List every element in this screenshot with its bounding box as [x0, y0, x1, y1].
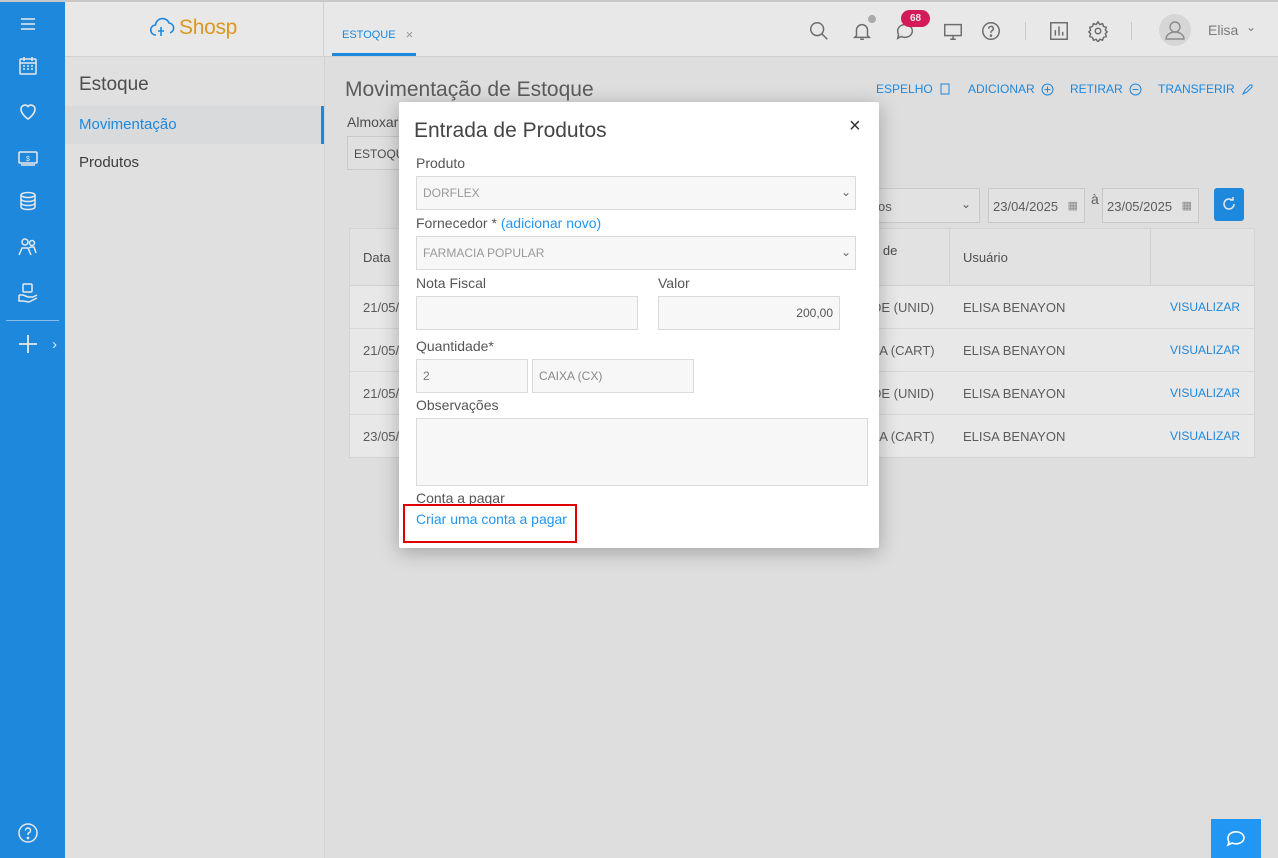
fornecedor-select[interactable]: FARMACIA POPULAR ⌄	[416, 236, 856, 270]
produto-label: Produto	[416, 155, 466, 171]
unidade-field: CAIXA (CX)	[532, 359, 694, 393]
chat-bubble-icon	[1226, 831, 1245, 847]
fornecedor-label: Fornecedor * (adicionar novo)	[416, 215, 601, 231]
adicionar-fornecedor-link[interactable]: (adicionar novo)	[501, 215, 601, 231]
chevron-down-icon: ⌄	[840, 185, 851, 199]
quantidade-label: Quantidade*	[416, 338, 494, 354]
nota-fiscal-input[interactable]	[416, 296, 638, 330]
valor-input[interactable]: 200,00	[658, 296, 840, 330]
entrada-produtos-modal: Entrada de Produtos × Produto DORFLEX ⌄ F…	[399, 102, 879, 548]
fornecedor-value: FARMACIA POPULAR	[423, 246, 545, 260]
chat-button[interactable]	[1211, 819, 1261, 858]
quantidade-input[interactable]: 2	[416, 359, 528, 393]
observacoes-textarea[interactable]	[416, 418, 868, 486]
nota-fiscal-label: Nota Fiscal	[416, 275, 487, 291]
close-icon[interactable]: ×	[849, 116, 861, 136]
highlight-box	[403, 504, 577, 543]
fornecedor-label-text: Fornecedor *	[416, 215, 497, 231]
produto-value: DORFLEX	[423, 186, 480, 200]
modal-title: Entrada de Produtos	[414, 119, 607, 142]
valor-label: Valor	[658, 275, 690, 291]
observacoes-label: Observações	[416, 397, 499, 413]
produto-select[interactable]: DORFLEX ⌄	[416, 176, 856, 210]
chevron-down-icon: ⌄	[840, 245, 851, 259]
